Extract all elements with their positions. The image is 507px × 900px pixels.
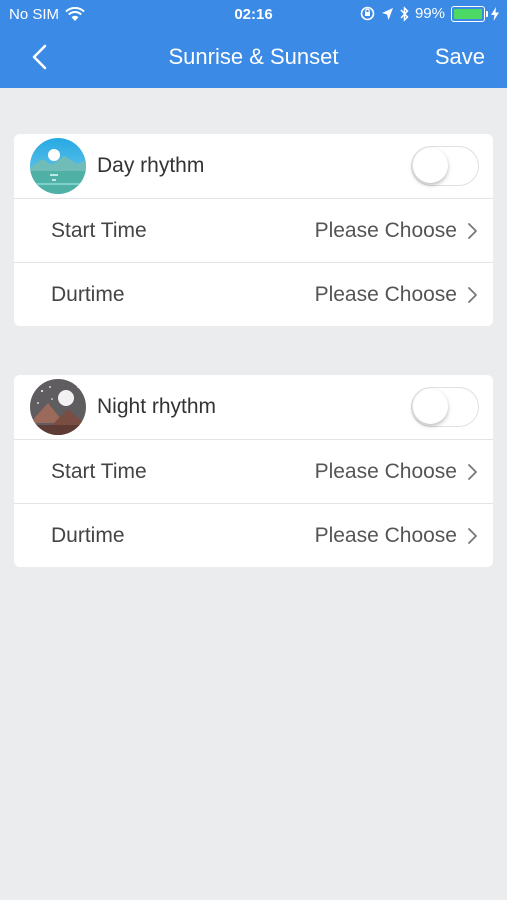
row-label: Start Time (51, 219, 147, 242)
row-label: Durtime (51, 283, 125, 306)
night-moon-landscape-icon (30, 379, 86, 435)
sunrise-landscape-icon (30, 138, 86, 194)
charging-bolt-icon (491, 6, 499, 21)
battery-percent: 99% (414, 5, 445, 22)
bluetooth-icon (400, 5, 409, 22)
battery-fill (454, 8, 482, 19)
row-value: Please Choose (314, 219, 457, 242)
toggle-knob (413, 148, 448, 183)
night-rhythm-card: Night rhythm Start Time Please Choose Du… (14, 375, 493, 567)
chevron-right-icon (468, 223, 477, 239)
location-arrow-icon (381, 7, 393, 20)
night-rhythm-toggle[interactable] (411, 387, 479, 427)
top-bar: No SIM 02:16 99% Sunrise & Sunset Save (0, 0, 507, 88)
day-durtime-row[interactable]: Durtime Please Choose (14, 262, 493, 326)
row-value: Please Choose (314, 283, 457, 306)
night-start-time-row[interactable]: Start Time Please Choose (14, 439, 493, 503)
night-durtime-row[interactable]: Durtime Please Choose (14, 503, 493, 567)
save-button[interactable]: Save (435, 44, 485, 70)
chevron-right-icon (468, 528, 477, 544)
day-rhythm-header: Day rhythm (14, 134, 493, 198)
chevron-right-icon (468, 464, 477, 480)
night-rhythm-title: Night rhythm (97, 395, 217, 418)
battery-icon (451, 5, 488, 22)
row-label: Start Time (51, 460, 147, 483)
day-rhythm-title: Day rhythm (97, 154, 205, 177)
nav-bar: Sunrise & Sunset Save (0, 30, 507, 88)
status-right: 99% (360, 5, 499, 22)
day-rhythm-toggle[interactable] (411, 146, 479, 186)
night-rhythm-header: Night rhythm (14, 375, 493, 439)
row-value: Please Choose (314, 524, 457, 547)
chevron-right-icon (468, 287, 477, 303)
day-start-time-row[interactable]: Start Time Please Choose (14, 198, 493, 262)
page-title: Sunrise & Sunset (168, 44, 339, 69)
row-label: Durtime (51, 524, 125, 547)
status-bar: No SIM 02:16 99% (0, 0, 507, 30)
day-rhythm-card: Day rhythm Start Time Please Choose Durt… (14, 134, 493, 326)
row-value: Please Choose (314, 460, 457, 483)
toggle-knob (413, 389, 448, 424)
lock-rotation-icon (360, 6, 375, 21)
